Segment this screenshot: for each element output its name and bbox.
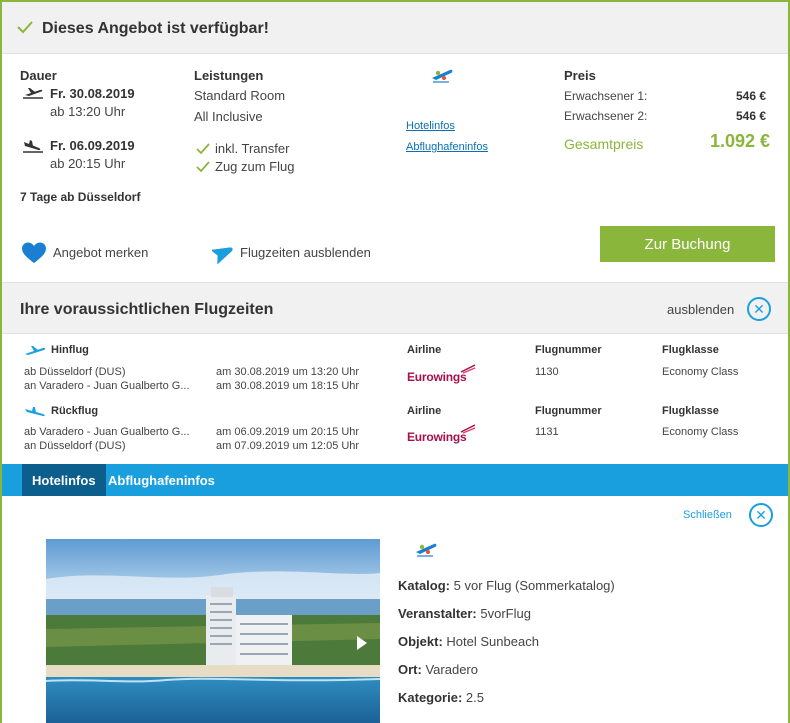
outbound-label: Hinflug — [51, 344, 89, 356]
plane-return-icon — [25, 407, 45, 417]
hotel-image[interactable] — [46, 539, 380, 723]
outbound-date: Fr. 30.08.2019 — [50, 86, 135, 101]
return-from: ab Varadero - Juan Gualberto G... — [24, 426, 190, 438]
outbound-dep-time: am 30.08.2019 um 13:20 Uhr — [216, 366, 360, 378]
availability-title: Dieses Angebot ist verfügbar! — [42, 20, 270, 37]
eurowings-wing-icon — [460, 364, 476, 374]
airline-header: Airline — [407, 405, 442, 417]
operator-logo-icon — [416, 543, 437, 557]
class-header: Flugklasse — [662, 344, 719, 356]
total-label: Gesamtpreis — [564, 136, 644, 152]
outbound-class: Economy Class — [662, 366, 739, 378]
operator-logo-icon — [432, 69, 453, 83]
return-to: an Düsseldorf (DUS) — [24, 440, 126, 452]
hide-flights-link[interactable]: ausblenden — [667, 302, 734, 317]
close-icon[interactable]: ✕ — [749, 503, 773, 527]
return-arr-time: am 07.09.2019 um 12:05 Uhr — [216, 440, 360, 452]
adult2-price: 546 € — [736, 109, 767, 123]
duration-label: Dauer — [20, 68, 57, 83]
save-offer-button[interactable]: Angebot merken — [53, 245, 148, 260]
return-label: Rückflug — [51, 405, 99, 417]
adult2-label: Erwachsener 2: — [564, 109, 648, 123]
outbound-flight-number: 1130 — [535, 366, 559, 378]
info-tabs: Hotelinfos Abflughafeninfos — [2, 464, 788, 496]
offer-panel: Dieses Angebot ist verfügbar! Dauer Fr. … — [0, 0, 790, 723]
book-button[interactable]: Zur Buchung — [600, 226, 775, 262]
return-date: Fr. 06.09.2019 — [50, 138, 135, 153]
hotel-photo — [46, 539, 380, 723]
plane-departure-icon — [23, 88, 43, 99]
plane-icon[interactable] — [212, 242, 234, 264]
outbound-to: an Varadero - Juan Gualberto G... — [24, 380, 190, 392]
adult1-label: Erwachsener 1: — [564, 89, 648, 103]
return-flight-number: 1131 — [535, 426, 559, 438]
return-class: Economy Class — [662, 426, 739, 438]
price-label: Preis — [564, 68, 596, 83]
airport-info-link[interactable]: Abflughafeninfos — [406, 141, 488, 153]
airline-header: Airline — [407, 344, 442, 356]
heart-icon[interactable] — [22, 242, 46, 264]
plane-arrival-icon — [23, 140, 43, 153]
return-time: ab 20:15 Uhr — [50, 156, 126, 171]
plane-outbound-icon — [25, 346, 46, 355]
catalog-row: Katalog: 5 vor Flug (Sommerkatalog) — [398, 578, 615, 593]
airline-logo: Eurowings — [407, 370, 467, 384]
outbound-time: ab 13:20 Uhr — [50, 104, 126, 119]
checkmark-icon — [196, 143, 210, 155]
hotel-info-link[interactable]: Hotelinfos — [406, 120, 455, 132]
services-label: Leistungen — [194, 68, 264, 83]
checkmark-icon — [196, 161, 210, 173]
outbound-arr-time: am 30.08.2019 um 18:15 Uhr — [216, 380, 360, 392]
close-icon[interactable]: ✕ — [747, 297, 771, 321]
board-type: All Inclusive — [194, 109, 263, 124]
train-to-flight: Zug zum Flug — [215, 159, 295, 174]
location-row: Ort: Varadero — [398, 662, 478, 677]
adult1-price: 546 € — [736, 89, 767, 103]
airline-logo: Eurowings — [407, 430, 467, 444]
class-header: Flugklasse — [662, 405, 719, 417]
checkmark-icon — [17, 21, 33, 34]
category-row: Kategorie: 2.5 — [398, 690, 484, 705]
eurowings-wing-icon — [460, 424, 476, 434]
availability-bar: Dieses Angebot ist verfügbar! — [2, 2, 788, 54]
close-link[interactable]: Schließen — [683, 509, 732, 521]
flight-times-header: Ihre voraussichtlichen Flugzeiten ausble… — [2, 282, 788, 334]
transfer-included: inkl. Transfer — [215, 141, 290, 156]
tab-hotel-info[interactable]: Hotelinfos — [22, 464, 106, 496]
return-dep-time: am 06.09.2019 um 20:15 Uhr — [216, 426, 360, 438]
room-type: Standard Room — [194, 88, 286, 103]
flightno-header: Flugnummer — [535, 405, 602, 417]
object-row: Objekt: Hotel Sunbeach — [398, 634, 539, 649]
flightno-header: Flugnummer — [535, 344, 602, 356]
tab-airport-info[interactable]: Abflughafeninfos — [98, 464, 225, 496]
hide-flight-times-button[interactable]: Flugzeiten ausblenden — [240, 245, 371, 260]
trip-summary: 7 Tage ab Düsseldorf — [20, 190, 141, 204]
outbound-from: ab Düsseldorf (DUS) — [24, 366, 126, 378]
flight-times-title: Ihre voraussichtlichen Flugzeiten — [20, 301, 274, 318]
operator-row: Veranstalter: 5vorFlug — [398, 606, 531, 621]
total-price: 1.092 € — [710, 131, 771, 151]
